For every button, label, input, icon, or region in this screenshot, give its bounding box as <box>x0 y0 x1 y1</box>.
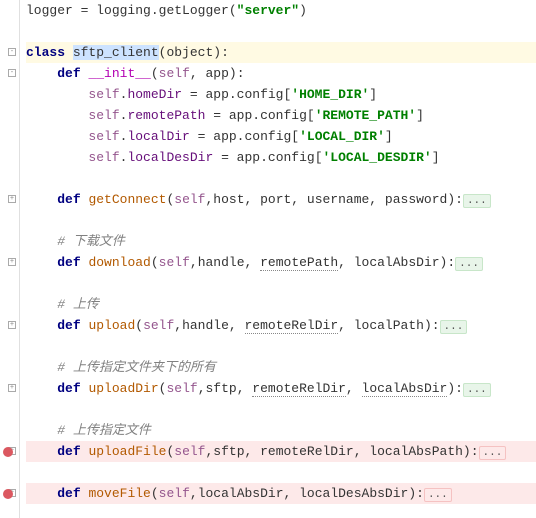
code-line: logger = logging.getLogger("server") <box>26 0 536 21</box>
code-line-folded-breakpoint: def moveFile(self,localAbsDir, localDesA… <box>26 483 536 504</box>
code-line-folded: def uploadDir(self,sftp, remoteRelDir, l… <box>26 378 536 399</box>
fold-toggle-icon[interactable]: + <box>8 321 16 329</box>
blank-line <box>26 273 536 294</box>
fold-placeholder[interactable]: ... <box>463 383 491 397</box>
code-line: self.homeDir = app.config['HOME_DIR'] <box>26 84 536 105</box>
fold-toggle-icon[interactable]: + <box>8 195 16 203</box>
blank-line <box>26 210 536 231</box>
fold-placeholder[interactable]: ... <box>463 194 491 208</box>
fold-toggle-icon[interactable]: + <box>8 384 16 392</box>
fold-placeholder[interactable]: ... <box>424 488 452 502</box>
fold-placeholder[interactable]: ... <box>479 446 507 460</box>
editor-gutter: - - + + + + + + <box>0 0 20 518</box>
breakpoint-icon[interactable] <box>3 447 13 457</box>
blank-line <box>26 21 536 42</box>
comment-line: # 下载文件 <box>26 231 536 252</box>
blank-line <box>26 168 536 189</box>
fold-placeholder[interactable]: ... <box>455 257 483 271</box>
breakpoint-icon[interactable] <box>3 489 13 499</box>
code-line-folded: def download(self,handle, remotePath, lo… <box>26 252 536 273</box>
code-line-class-def: class sftp_client(object): <box>26 42 536 63</box>
blank-line <box>26 462 536 483</box>
code-line-folded: def upload(self,handle, remoteRelDir, lo… <box>26 315 536 336</box>
comment-line: # 上传 <box>26 294 536 315</box>
code-line: self.remotePath = app.config['REMOTE_PAT… <box>26 105 536 126</box>
code-line-folded: def getConnect(self,host, port, username… <box>26 189 536 210</box>
fold-toggle-icon[interactable]: - <box>8 69 16 77</box>
fold-toggle-icon[interactable]: + <box>8 258 16 266</box>
blank-line <box>26 399 536 420</box>
comment-line: # 上传指定文件 <box>26 420 536 441</box>
blank-line <box>26 336 536 357</box>
code-line-folded-breakpoint: def uploadFile(self,sftp, remoteRelDir, … <box>26 441 536 462</box>
comment-line: # 上传指定文件夹下的所有 <box>26 357 536 378</box>
fold-placeholder[interactable]: ... <box>440 320 468 334</box>
code-line: def __init__(self, app): <box>26 63 536 84</box>
code-line: self.localDesDir = app.config['LOCAL_DES… <box>26 147 536 168</box>
code-line: self.localDir = app.config['LOCAL_DIR'] <box>26 126 536 147</box>
code-editor[interactable]: logger = logging.getLogger("server") cla… <box>20 0 536 518</box>
fold-toggle-icon[interactable]: - <box>8 48 16 56</box>
